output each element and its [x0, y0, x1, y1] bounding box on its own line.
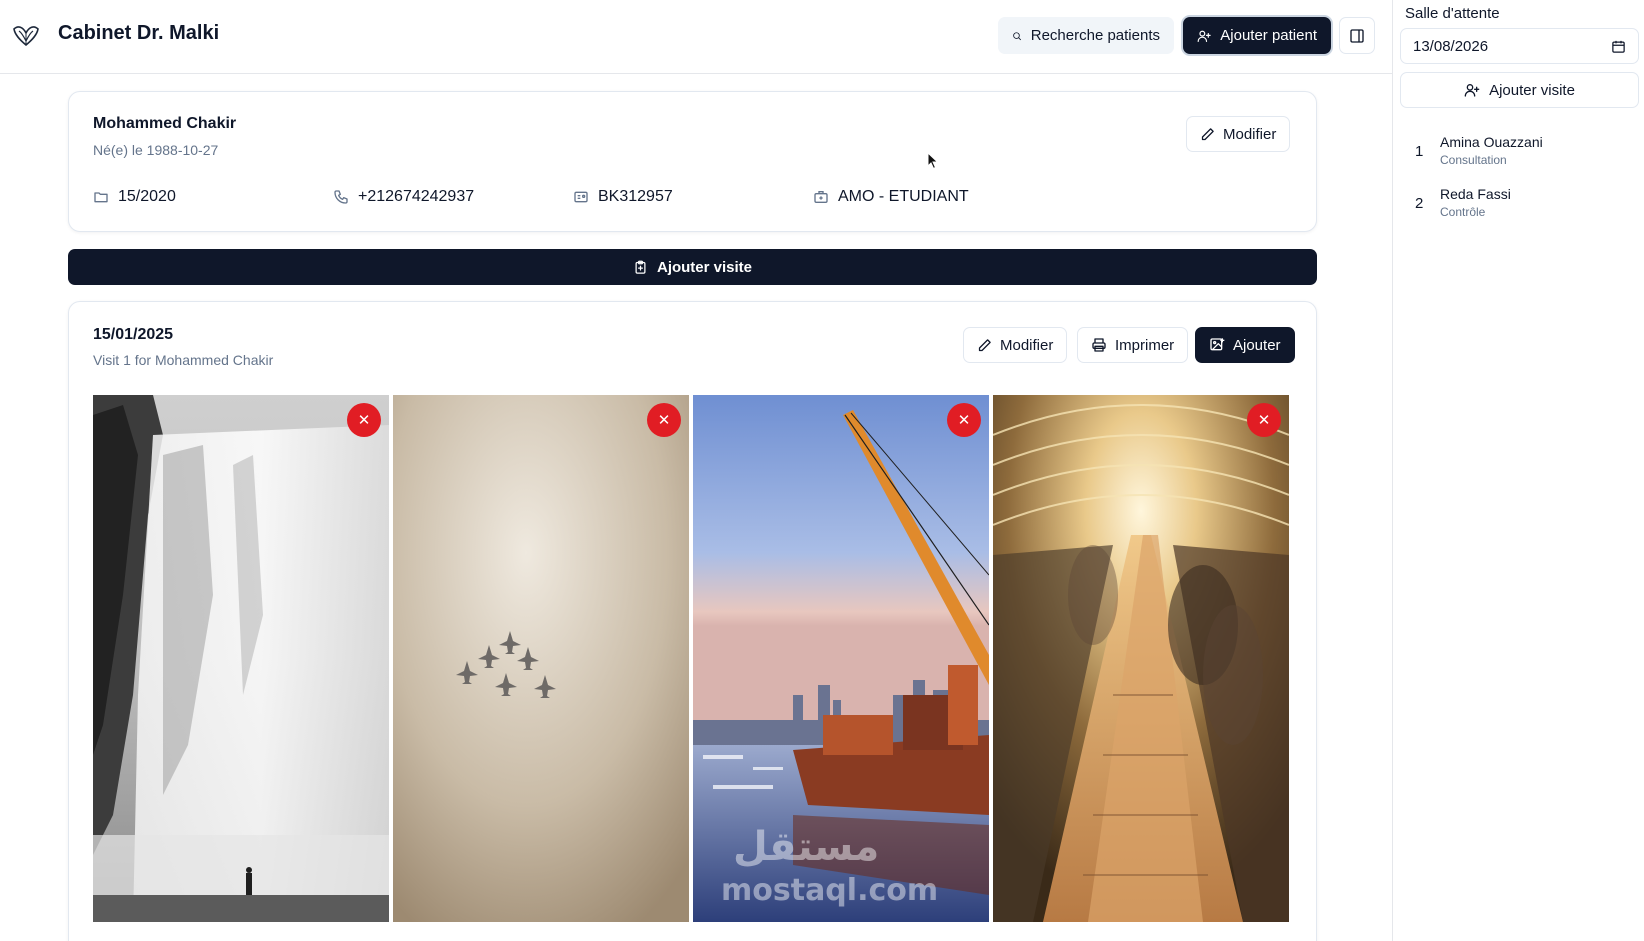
close-icon: ✕: [357, 411, 371, 429]
app-header: Cabinet Dr. Malki Recherche patients Ajo…: [0, 0, 1392, 74]
queue-number: 2: [1415, 195, 1424, 212]
user-plus-icon: [1197, 30, 1211, 42]
file-number-value: 15/2020: [118, 188, 176, 205]
phone-value: +212674242937: [358, 188, 475, 205]
user-plus-icon: [1464, 84, 1480, 97]
crane-barge-image: مستقل mostaql.com: [693, 395, 989, 922]
cin-value: BK312957: [598, 188, 673, 205]
clipboard-plus-icon: [635, 260, 646, 274]
waiting-room-title: Salle d'attente: [1405, 5, 1500, 22]
date-value: 13/08/2026: [1413, 37, 1489, 55]
waiting-room-date-input[interactable]: 13/08/2026: [1400, 28, 1639, 64]
print-visit-button[interactable]: Imprimer: [1077, 327, 1189, 363]
queue-item[interactable]: 1 Amina Ouazzani Consultation: [1393, 132, 1644, 176]
search-patients-label: Recherche patients: [1030, 27, 1160, 44]
waiting-room-add-visit-label: Ajouter visite: [1489, 81, 1575, 99]
delete-photo-button[interactable]: ✕: [947, 403, 981, 437]
modify-visit-button[interactable]: Modifier: [963, 327, 1068, 363]
toggle-sidebar-button[interactable]: [1339, 17, 1375, 54]
cin-number: BK312957: [573, 188, 673, 206]
image-plus-icon: [1210, 338, 1225, 351]
app-title: Cabinet Dr. Malki: [58, 22, 220, 44]
watermark-arabic: مستقل: [733, 824, 879, 870]
add-patient-button[interactable]: Ajouter patient: [1183, 17, 1331, 54]
visit-subtitle: Visit 1 for Mohammed Chakir: [93, 352, 274, 368]
logo-icon[interactable]: [10, 21, 42, 53]
add-visit-label: Ajouter visite: [656, 258, 753, 276]
waiting-room-add-visit-button[interactable]: Ajouter visite: [1400, 72, 1639, 108]
modify-visit-label: Modifier: [1000, 336, 1054, 354]
queue-visit-type: Consultation: [1440, 153, 1507, 167]
patient-name: Mohammed Chakir: [93, 115, 237, 132]
close-icon: ✕: [957, 411, 971, 429]
queue-number: 1: [1415, 143, 1424, 160]
search-icon: [1013, 31, 1021, 40]
delete-photo-button[interactable]: ✕: [1247, 403, 1281, 437]
queue-item[interactable]: 2 Reda Fassi Contrôle: [1393, 184, 1644, 228]
patient-card: Mohammed Chakir Né(e) le 1988-10-27 Modi…: [68, 91, 1317, 232]
pencil-icon: [1201, 127, 1214, 140]
print-visit-label: Imprimer: [1115, 336, 1175, 354]
modify-patient-label: Modifier: [1223, 125, 1277, 143]
folder-icon: [94, 192, 108, 203]
delete-photo-button[interactable]: ✕: [347, 403, 381, 437]
escalator-tunnel-image: [993, 395, 1289, 922]
patient-birth-date: Né(e) le 1988-10-27: [93, 142, 219, 158]
waiting-room-panel: Salle d'attente 13/08/2026 Ajouter visit…: [1392, 0, 1644, 941]
insurance: AMO - ETUDIANT: [813, 188, 969, 206]
id-card-icon: [574, 191, 588, 203]
queue-patient-name: Amina Ouazzani: [1440, 134, 1543, 150]
sidebar-toggle-icon: [1350, 28, 1364, 43]
delete-photo-button[interactable]: ✕: [647, 403, 681, 437]
close-icon: ✕: [657, 411, 671, 429]
briefcase-medical-icon: [814, 191, 828, 203]
watermark-text: mostaql.com: [721, 873, 938, 908]
phone-number: +212674242937: [333, 188, 474, 206]
queue-patient-name: Reda Fassi: [1440, 186, 1511, 202]
calendar-icon[interactable]: [1611, 39, 1626, 54]
add-image-label: Ajouter: [1233, 336, 1281, 354]
close-icon: ✕: [1257, 411, 1271, 429]
pencil-icon: [978, 338, 991, 351]
visit-photo-crane[interactable]: مستقل mostaql.com ✕: [693, 395, 989, 922]
add-image-button[interactable]: Ajouter: [1195, 327, 1295, 363]
jets-formation-image: [393, 395, 689, 922]
visit-date: 15/01/2025: [93, 326, 174, 343]
waterfall-image: [93, 395, 389, 922]
queue-visit-type: Contrôle: [1440, 205, 1486, 219]
visit-photo-jets[interactable]: ✕: [393, 395, 689, 922]
add-patient-label: Ajouter patient: [1220, 27, 1317, 44]
visit-card: 15/01/2025 Visit 1 for Mohammed Chakir M…: [68, 301, 1317, 941]
insurance-value: AMO - ETUDIANT: [838, 188, 969, 205]
search-patients-button[interactable]: Recherche patients: [998, 17, 1174, 54]
modify-patient-button[interactable]: Modifier: [1186, 116, 1291, 152]
visit-photo-escalator[interactable]: ✕: [993, 395, 1289, 922]
printer-icon: [1092, 338, 1106, 352]
add-visit-button[interactable]: Ajouter visite: [68, 249, 1317, 285]
mouse-cursor-icon: [927, 152, 939, 170]
phone-icon: [334, 190, 348, 204]
file-number: 15/2020: [93, 188, 176, 206]
visit-photo-waterfall[interactable]: ✕: [93, 395, 389, 922]
